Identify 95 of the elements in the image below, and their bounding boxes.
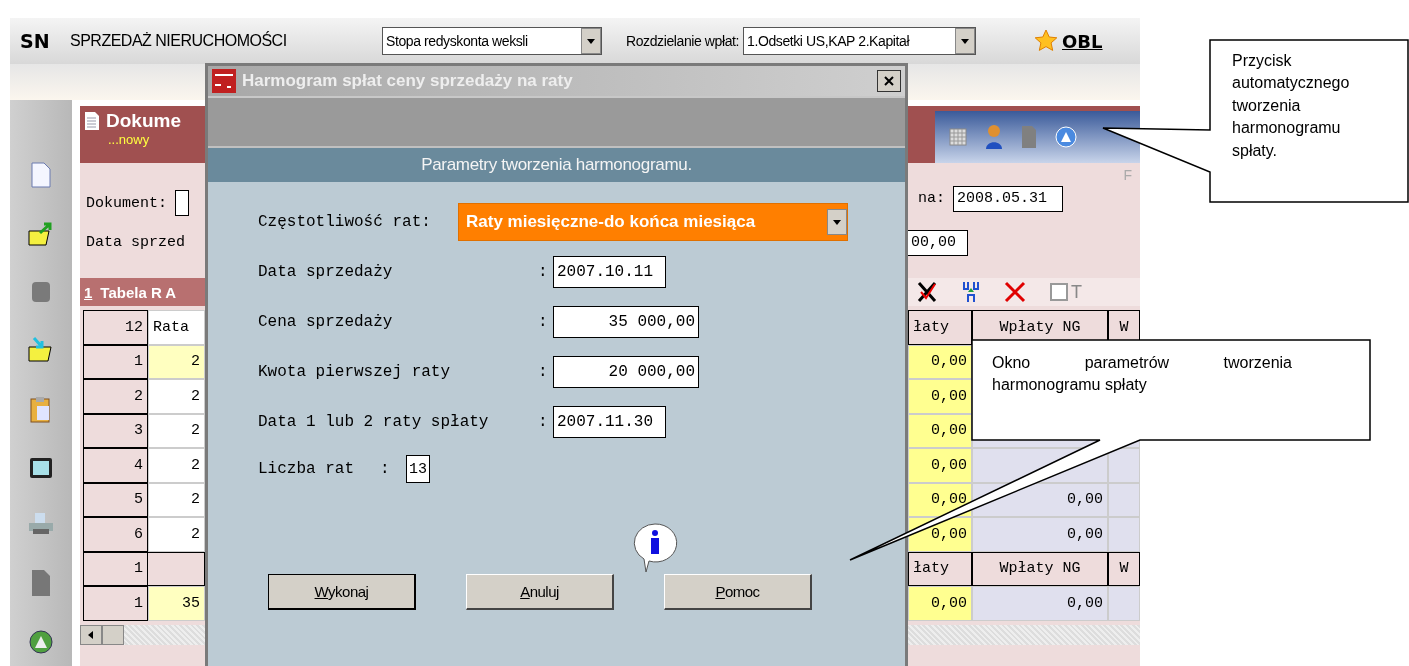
colon: :	[538, 263, 549, 281]
table-cell: 35	[148, 586, 205, 621]
column-header: łaty	[908, 551, 972, 586]
split-icon[interactable]	[962, 281, 980, 303]
field-label: Data 1 lub 2 raty spłaty	[258, 413, 490, 431]
horizontal-scrollbar[interactable]	[80, 624, 205, 645]
row-number: 6	[83, 517, 148, 552]
table-cell: 2	[148, 379, 205, 414]
field-label: Kwota pierwszej raty	[258, 363, 452, 381]
form-letter: F	[1123, 167, 1132, 183]
dialog-button[interactable]: Wykonaj	[268, 574, 416, 610]
field-label: Rozdzielanie wpłat:	[626, 33, 740, 49]
delete-icon[interactable]	[1004, 281, 1026, 303]
column-header: Rata	[148, 310, 205, 345]
discount-select[interactable]: Stopa redyskonta weksli	[382, 27, 602, 55]
row-number: 4	[83, 448, 148, 483]
input-field[interactable]: 00,00	[908, 229, 968, 256]
table-cell: 2	[148, 482, 205, 517]
table-cell: 2	[148, 517, 205, 552]
cross-icon[interactable]	[916, 280, 938, 304]
folder-icon[interactable]	[28, 337, 54, 363]
dialog-button[interactable]: Pomoc	[664, 574, 812, 610]
table-cell: 0,00	[908, 344, 972, 379]
person-icon[interactable]	[985, 124, 1003, 150]
field-label: Liczba rat	[258, 460, 355, 478]
calculator-icon[interactable]	[29, 457, 53, 479]
column-header: 12	[83, 310, 148, 345]
table-cell: 0,00	[908, 413, 972, 448]
table-cell: 2	[148, 448, 205, 483]
field-label: Częstotliwość rat:	[258, 213, 432, 231]
row-number: 1	[83, 344, 148, 379]
dropdown-arrow-icon[interactable]	[833, 218, 841, 226]
horizontal-scrollbar[interactable]	[908, 624, 1140, 645]
dialog-button[interactable]: Anuluj	[466, 574, 614, 610]
field-label: na:	[918, 190, 945, 207]
input-field[interactable]	[175, 190, 189, 216]
table-cell	[1108, 517, 1140, 552]
input-field[interactable]: 2007.11.30	[553, 406, 666, 438]
table-cell: 0,00	[908, 586, 972, 621]
table-cell: 0,00	[908, 448, 972, 483]
dropdown-arrow-icon[interactable]	[587, 37, 595, 45]
document-icon[interactable]	[30, 569, 52, 597]
square-icon[interactable]	[30, 280, 52, 304]
star-icon	[1034, 29, 1059, 53]
calculate-button[interactable]: OBL	[1034, 29, 1103, 53]
callout-text: Okno parametrów tworzenia harmonogramu spłaty	[992, 353, 1292, 396]
colon: :	[380, 460, 391, 478]
app-code: SN	[20, 30, 51, 52]
table-cell: 2	[148, 344, 205, 379]
table-cell: 0,00	[972, 586, 1108, 621]
input-field[interactable]: 35 000,00	[553, 306, 699, 338]
table-cell: 0,00	[972, 517, 1108, 552]
callout-text: Przycisk automatycznego tworzenia harmonogramu spłaty.	[1232, 51, 1351, 161]
app-icon	[212, 69, 236, 93]
folder-icon[interactable]	[28, 221, 54, 247]
split-select[interactable]: 1.Odsetki US,KAP 2.Kapitał	[743, 27, 977, 55]
field-label: Data sprzedaży	[258, 263, 394, 281]
row-number: 1	[83, 586, 148, 621]
row-number: 2	[83, 379, 148, 414]
row-number: 3	[83, 413, 148, 448]
colon: :	[538, 413, 549, 431]
grid-icon[interactable]	[949, 128, 967, 146]
field-label: Data sprzed	[86, 234, 186, 251]
input-field[interactable]: 20 000,00	[553, 356, 699, 388]
document-status: ...nowy	[107, 132, 151, 147]
printer-icon[interactable]	[28, 512, 54, 536]
row-number: 1	[83, 551, 148, 586]
clipboard-icon[interactable]	[30, 396, 52, 424]
table-tab[interactable]: 1 Tabela R A	[80, 278, 205, 306]
field-label: Dokument:	[86, 194, 167, 212]
input-field[interactable]: 2008.05.31	[953, 185, 1063, 212]
table-cell	[1108, 482, 1140, 517]
input-field[interactable]: 2007.10.11	[553, 256, 666, 288]
document-title: Dokume	[106, 110, 181, 132]
input-field[interactable]: 13	[406, 455, 430, 483]
dropdown-arrow-icon[interactable]	[961, 37, 970, 45]
info-icon	[631, 522, 679, 574]
column-header: W	[1108, 551, 1140, 586]
colon: :	[538, 363, 549, 381]
table-cell	[1108, 586, 1140, 621]
table-cell: 2	[148, 413, 205, 448]
column-header: Wpłaty NG	[972, 551, 1108, 586]
section-heading: Parametry tworzenia harmonogramu.	[208, 146, 905, 182]
close-icon[interactable]	[884, 76, 894, 86]
close-button[interactable]	[877, 70, 901, 92]
scroll-left-icon[interactable]	[87, 630, 95, 639]
table-cell: 0,00	[908, 379, 972, 414]
row-number: 5	[83, 482, 148, 517]
document-icon	[84, 111, 100, 131]
field-label: Cena sprzedaży	[258, 313, 394, 331]
table-cell	[148, 551, 205, 586]
app-title: SPRZEDAŻ NIERUCHOMOŚCI	[70, 32, 288, 50]
colon: :	[538, 313, 549, 331]
column-header: łaty	[908, 310, 972, 345]
compass-icon[interactable]	[29, 630, 53, 654]
